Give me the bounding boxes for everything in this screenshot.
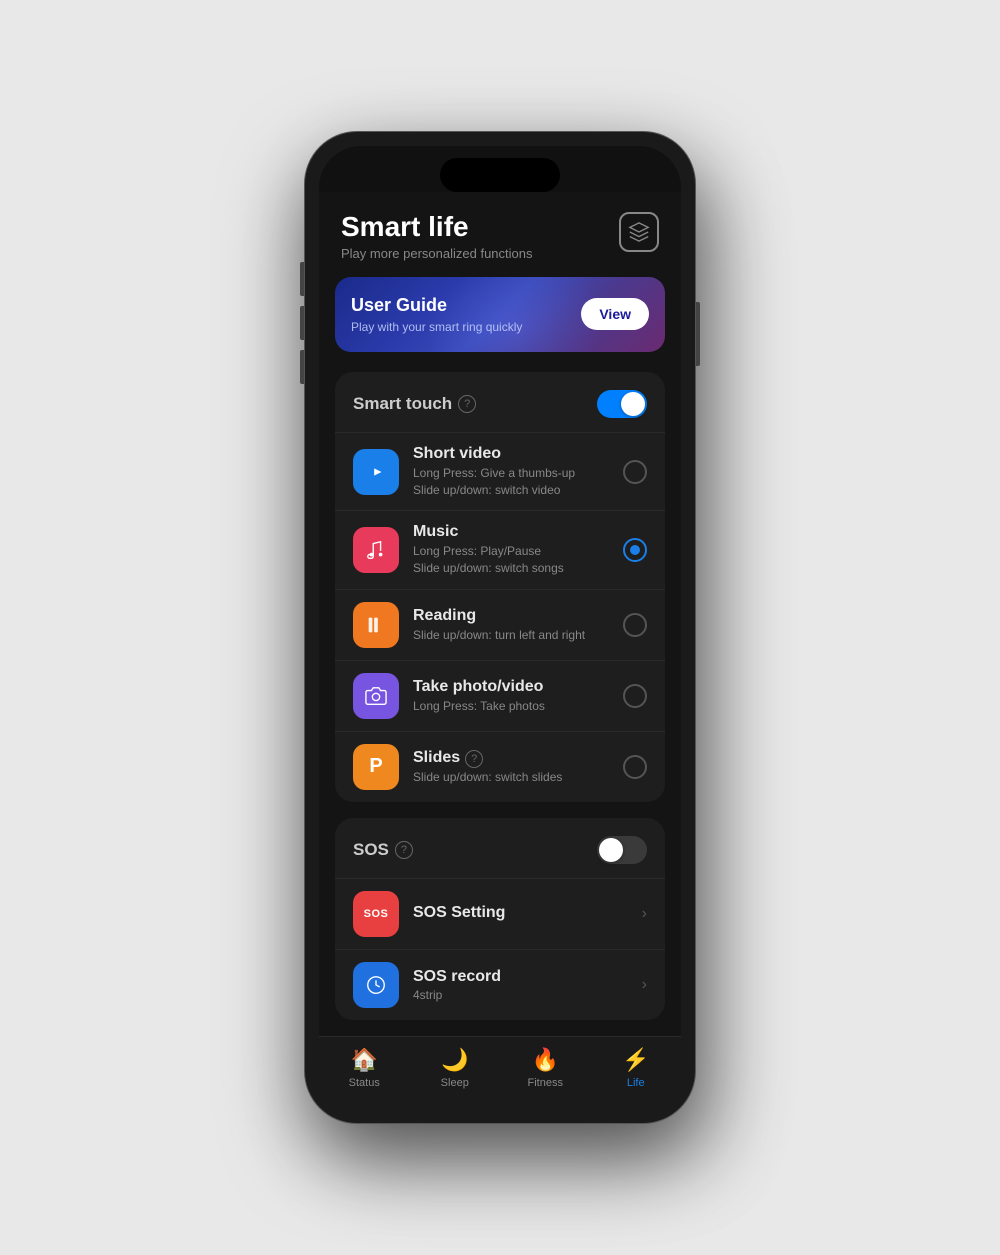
- phone-screen: Smart life Play more personalized functi…: [319, 146, 681, 1109]
- slides-desc: Slide up/down: switch slides: [413, 769, 609, 786]
- nav-item-status[interactable]: 🏠 Status: [334, 1047, 394, 1089]
- sos-record-icon: [353, 962, 399, 1008]
- sos-section: SOS ? SOS SOS Setting ›: [335, 818, 665, 1020]
- photo-video-radio[interactable]: [623, 684, 647, 708]
- sos-header: SOS ?: [335, 818, 665, 878]
- short-video-title: Short video: [413, 445, 609, 463]
- status-nav-icon: 🏠: [351, 1047, 378, 1073]
- sos-setting-chevron: ›: [642, 905, 647, 923]
- smart-touch-title-row: Smart touch ?: [353, 394, 476, 414]
- music-icon: [353, 527, 399, 573]
- header-text-block: Smart life Play more personalized functi…: [341, 212, 533, 261]
- sos-record-desc: 4strip: [413, 988, 628, 1002]
- sos-title-row: SOS ?: [353, 840, 413, 860]
- list-item[interactable]: Short video Long Press: Give a thumbs-up…: [335, 432, 665, 511]
- nav-item-fitness[interactable]: 🔥 Fitness: [515, 1047, 575, 1089]
- view-button[interactable]: View: [581, 298, 649, 330]
- list-item[interactable]: Take photo/video Long Press: Take photos: [335, 660, 665, 731]
- app-header: Smart life Play more personalized functi…: [319, 192, 681, 277]
- app-subtitle: Play more personalized functions: [341, 246, 533, 261]
- slides-radio[interactable]: [623, 755, 647, 779]
- sos-toggle[interactable]: [597, 836, 647, 864]
- smart-touch-header: Smart touch ?: [335, 372, 665, 432]
- short-video-desc: Long Press: Give a thumbs-upSlide up/dow…: [413, 465, 609, 499]
- photo-video-desc: Long Press: Take photos: [413, 698, 609, 715]
- reading-radio[interactable]: [623, 613, 647, 637]
- fitness-nav-icon: 🔥: [532, 1047, 559, 1073]
- sos-setting-title: SOS Setting: [413, 904, 628, 922]
- user-guide-banner: User Guide Play with your smart ring qui…: [335, 277, 665, 352]
- photo-video-text: Take photo/video Long Press: Take photos: [413, 678, 609, 715]
- nav-item-sleep[interactable]: 🌙 Sleep: [425, 1047, 485, 1089]
- sos-setting-icon: SOS: [353, 891, 399, 937]
- short-video-icon: [353, 449, 399, 495]
- smart-touch-help-icon[interactable]: ?: [458, 395, 476, 413]
- banner-title: User Guide: [351, 295, 522, 316]
- slides-text: Slides ? Slide up/down: switch slides: [413, 749, 609, 786]
- music-title: Music: [413, 523, 609, 541]
- short-video-text: Short video Long Press: Give a thumbs-up…: [413, 445, 609, 499]
- sos-setting-text: SOS Setting: [413, 904, 628, 924]
- list-item[interactable]: P Slides ? Slide up/down: switch slides: [335, 731, 665, 802]
- screen-content: Smart life Play more personalized functi…: [319, 192, 681, 1109]
- music-text: Music Long Press: Play/PauseSlide up/dow…: [413, 523, 609, 577]
- sleep-nav-label: Sleep: [441, 1077, 469, 1089]
- reading-icon: [353, 602, 399, 648]
- reading-title: Reading: [413, 607, 609, 625]
- app-title: Smart life: [341, 212, 533, 243]
- short-video-radio[interactable]: [623, 460, 647, 484]
- reading-text: Reading Slide up/down: turn left and rig…: [413, 607, 609, 644]
- dynamic-island: [440, 158, 560, 192]
- bottom-navigation: 🏠 Status 🌙 Sleep 🔥 Fitness ⚡ Life: [319, 1036, 681, 1109]
- slides-title-row: Slides ?: [413, 749, 609, 769]
- nav-item-life[interactable]: ⚡ Life: [606, 1047, 666, 1089]
- fitness-nav-label: Fitness: [528, 1077, 563, 1089]
- music-radio[interactable]: [623, 538, 647, 562]
- sos-title: SOS: [353, 840, 389, 860]
- sleep-nav-icon: 🌙: [441, 1047, 468, 1073]
- slides-icon: P: [353, 744, 399, 790]
- list-item[interactable]: Reading Slide up/down: turn left and rig…: [335, 589, 665, 660]
- life-nav-icon: ⚡: [622, 1047, 649, 1073]
- sos-record-chevron: ›: [642, 976, 647, 994]
- smart-touch-section: Smart touch ? Short video: [335, 372, 665, 802]
- banner-subtitle: Play with your smart ring quickly: [351, 320, 522, 334]
- music-desc: Long Press: Play/PauseSlide up/down: swi…: [413, 543, 609, 577]
- sos-record-text: SOS record 4strip: [413, 968, 628, 1002]
- banner-text: User Guide Play with your smart ring qui…: [351, 295, 522, 334]
- photo-video-title: Take photo/video: [413, 678, 609, 696]
- list-item[interactable]: SOS record 4strip ›: [335, 949, 665, 1020]
- phone-frame: Smart life Play more personalized functi…: [305, 132, 695, 1123]
- list-item[interactable]: SOS SOS Setting ›: [335, 878, 665, 949]
- life-nav-label: Life: [627, 1077, 645, 1089]
- smart-touch-toggle[interactable]: [597, 390, 647, 418]
- slides-title: Slides: [413, 749, 460, 767]
- cube-icon[interactable]: [619, 212, 659, 252]
- reading-desc: Slide up/down: turn left and right: [413, 627, 609, 644]
- camera-icon: [353, 673, 399, 719]
- smart-touch-title: Smart touch: [353, 394, 452, 414]
- sos-help-icon[interactable]: ?: [395, 841, 413, 859]
- sos-record-title: SOS record: [413, 968, 628, 986]
- slides-help-icon[interactable]: ?: [465, 750, 483, 768]
- status-nav-label: Status: [349, 1077, 380, 1089]
- list-item[interactable]: Music Long Press: Play/PauseSlide up/dow…: [335, 510, 665, 589]
